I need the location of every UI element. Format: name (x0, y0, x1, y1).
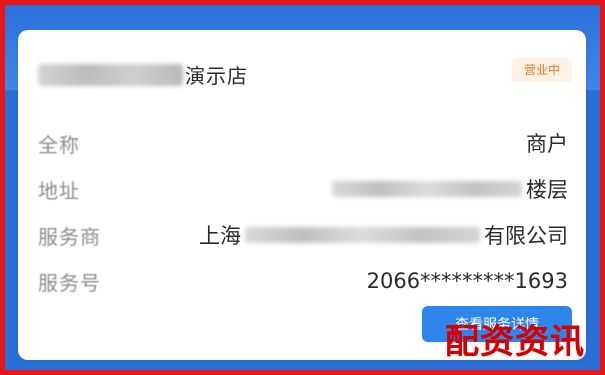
redacted-provider (245, 227, 480, 243)
label-service-number: 服务号 (38, 270, 101, 295)
redacted-name (38, 63, 183, 86)
label-provider: 服务商 (38, 224, 101, 249)
row-provider: 服务商 上海 有限公司 (38, 212, 568, 258)
card-title-suffix: 演示店 (185, 64, 248, 88)
view-details-button[interactable]: 查看服务详情 (422, 306, 572, 342)
info-rows: 全称 商户 地址 楼层 服务商 上海 有限公司 服务号 2066********… (38, 120, 568, 304)
status-badge: 营业中 (511, 58, 572, 82)
value-service-number: 2066*********1693 (366, 269, 568, 293)
redacted-address (332, 181, 522, 197)
value-address: 楼层 (328, 174, 568, 204)
value-provider-suffix: 有限公司 (484, 224, 568, 248)
merchant-card: 演示店 营业中 全称 商户 地址 楼层 服务商 上海 有限公司 服务号 2066… (18, 30, 586, 360)
value-provider: 上海 有限公司 (199, 220, 568, 250)
value-provider-prefix: 上海 (199, 224, 241, 248)
row-service-number: 服务号 2066*********1693 (38, 258, 568, 304)
label-fullname: 全称 (38, 132, 80, 157)
card-title: 演示店 (38, 60, 248, 89)
label-address: 地址 (38, 178, 80, 203)
row-address: 地址 楼层 (38, 166, 568, 212)
value-address-suffix: 楼层 (526, 178, 568, 202)
row-fullname: 全称 商户 (38, 120, 568, 166)
value-fullname: 商户 (526, 132, 568, 156)
